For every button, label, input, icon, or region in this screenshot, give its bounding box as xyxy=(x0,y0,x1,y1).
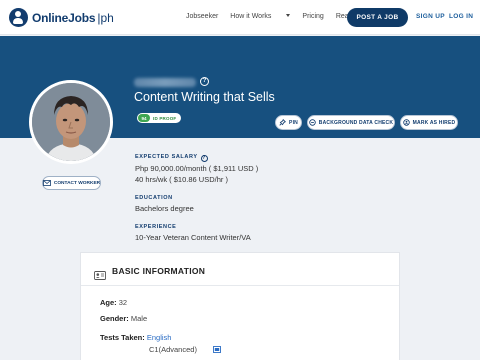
nav-link-how-it-works[interactable]: How it Works xyxy=(230,13,291,20)
id-proof-badge: 94 ID PROOF xyxy=(137,113,182,123)
id-proof-label: ID PROOF xyxy=(153,115,177,121)
profile-title: Content Writing that Sells xyxy=(134,90,275,104)
avatar xyxy=(29,80,113,164)
basic-information-card: BASIC INFORMATION Age: 32 Gender: Male T… xyxy=(80,252,400,360)
top-nav: OnlineJobs |ph Jobseeker How it Works Pr… xyxy=(0,0,480,35)
card-title: BASIC INFORMATION xyxy=(112,266,206,276)
tests-row: Tests Taken: English xyxy=(100,333,171,342)
test-level-value: C1(Advanced) xyxy=(149,345,197,354)
help-icon[interactable]: ? xyxy=(200,77,209,86)
age-row: Age: 32 xyxy=(100,298,127,307)
age-label: Age: xyxy=(100,298,117,307)
gender-row: Gender: Male xyxy=(100,314,147,323)
id-card-icon xyxy=(94,267,106,285)
mark-as-hired-button[interactable]: MARK AS HIRED xyxy=(400,115,458,130)
logo-text: OnlineJobs xyxy=(32,10,96,25)
expected-salary-heading: EXPECTED SALARY? xyxy=(135,154,208,162)
worker-name-redacted xyxy=(134,78,196,87)
user-check-icon xyxy=(402,119,410,126)
id-proof-score: 94 xyxy=(138,114,150,122)
gender-value: Male xyxy=(130,314,148,323)
contact-worker-label: CONTACT WORKER xyxy=(53,180,101,186)
salary-help-icon[interactable]: ? xyxy=(200,155,208,162)
nav-link-jobseeker[interactable]: Jobseeker xyxy=(186,13,218,20)
background-check-label: BACKGROUND DATA CHECK xyxy=(318,119,394,126)
experience-value: 10-Year Veteran Content Writer/VA xyxy=(135,233,251,242)
age-value: 32 xyxy=(118,298,128,307)
nav-link-how-it-works-label: How it Works xyxy=(230,13,272,20)
logo-suffix-text: ph xyxy=(100,10,114,25)
envelope-icon xyxy=(42,180,51,186)
log-in-link[interactable]: LOG IN xyxy=(449,13,473,20)
sign-up-link[interactable]: SIGN UP xyxy=(416,13,445,20)
chevron-down-icon xyxy=(286,14,291,17)
gender-label: Gender: xyxy=(100,314,129,323)
certificate-icon[interactable] xyxy=(213,346,221,355)
logo[interactable]: OnlineJobs |ph xyxy=(9,8,114,27)
tests-label: Tests Taken: xyxy=(100,333,145,342)
salary-hourly: 40 hrs/wk ( $10.86 USD/hr ) xyxy=(135,175,228,184)
background-check-button[interactable]: BACKGROUND DATA CHECK xyxy=(307,115,395,130)
test-english-link[interactable]: English xyxy=(147,333,172,342)
post-job-button[interactable]: POST A JOB xyxy=(347,8,408,27)
test-level-row: C1(Advanced) xyxy=(149,345,221,355)
contact-worker-button[interactable]: CONTACT WORKER xyxy=(42,176,101,190)
pin-label: PIN xyxy=(289,119,298,126)
salary-monthly: Php 90,000.00/month ( $1,911 USD ) xyxy=(135,164,259,173)
card-header: BASIC INFORMATION xyxy=(81,253,399,286)
mark-as-hired-label: MARK AS HIRED xyxy=(412,119,456,126)
logo-suffix: |ph xyxy=(97,10,114,25)
pin-icon xyxy=(279,119,287,126)
education-value: Bachelors degree xyxy=(135,204,194,213)
logo-icon xyxy=(9,8,28,27)
education-heading: EDUCATION xyxy=(135,195,173,201)
pin-button[interactable]: PIN xyxy=(275,115,302,130)
experience-heading: EXPERIENCE xyxy=(135,224,177,230)
nav-link-pricing[interactable]: Pricing xyxy=(302,13,323,20)
background-check-icon xyxy=(309,119,316,126)
expected-salary-label: EXPECTED SALARY xyxy=(135,154,198,160)
